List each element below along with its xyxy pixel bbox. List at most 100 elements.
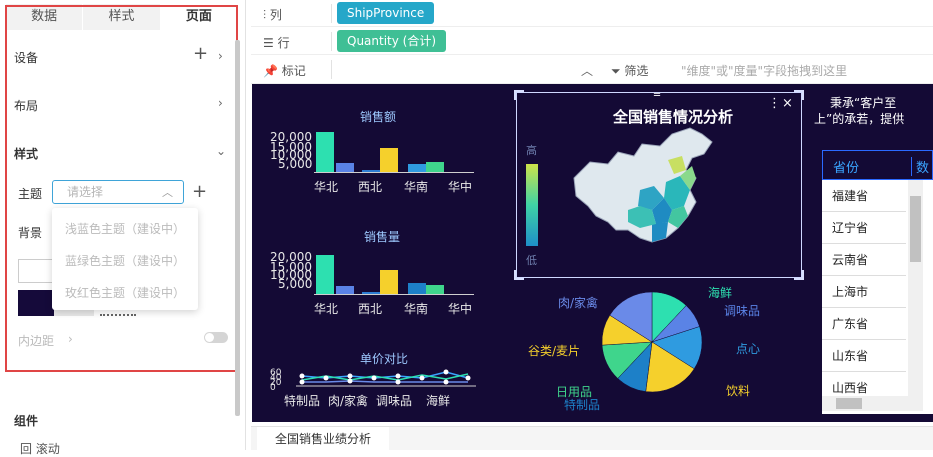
background-label: 背景 [18,226,43,240]
pie-label: 日用品 [556,385,593,399]
add-theme-icon[interactable]: + [192,183,207,201]
rows-label: ☰ 行 [263,36,290,50]
padding-toggle[interactable] [204,332,228,343]
main-area: ⫶ 列 ShipProvince ☰ 行 Quantity (合计) 📌 标记 … [251,0,933,451]
theme-option[interactable]: 浅蓝色主题（建设中） [52,216,198,248]
padding-expand-icon[interactable]: › [68,332,73,346]
chart-bar[interactable] [316,132,334,172]
style-label: 样式 [14,147,39,161]
device-expand-icon[interactable]: › [218,49,223,63]
dashboard-canvas[interactable]: 销售额 20,000 15,000 10,000 5,000 华北 西北 华南 … [252,84,933,422]
chart-bar[interactable] [408,164,426,172]
x-axis [314,172,474,173]
theme-option[interactable]: 蓝绿色主题（建设中） [52,248,198,280]
table-vertical-scrollbar[interactable] [908,180,923,396]
layout-label: 布局 [14,99,39,113]
add-device-icon[interactable]: + [193,45,208,63]
pin-icon: 📌 [263,64,282,78]
resize-handle[interactable] [514,270,524,280]
y-tick: 0 [270,383,276,393]
divider [331,32,332,51]
tab-style[interactable]: 样式 [83,4,161,30]
chart-bar[interactable] [336,286,354,294]
x-tick: 华北 [314,302,339,316]
table-horizontal-scrollbar[interactable] [822,396,923,411]
resize-handle[interactable] [794,90,804,100]
resize-handle[interactable] [514,90,524,100]
slogan-line1: 秉承“客户至 [830,96,897,110]
page-tab[interactable]: 全国销售业绩分析 [257,427,389,451]
pie-label: 海鲜 [708,286,733,300]
x-tick: 调味品 [376,394,413,408]
chart-bar[interactable] [316,255,334,294]
panel-scrollbar[interactable] [235,40,240,416]
chart-bar[interactable] [362,292,380,294]
layout-expand-icon[interactable]: › [218,96,223,110]
header-province[interactable]: 省份 [833,157,859,176]
table-row[interactable]: 山东省 [822,340,906,372]
x-tick: 肉/家禽 [328,394,369,408]
marks-label: 📌 标记 [263,64,306,78]
border-style-preview[interactable] [100,314,136,317]
pie-label: 肉/家禽 [558,296,599,310]
tab-data[interactable]: 数据 [6,4,84,30]
pie-label: 谷类/麦片 [528,344,581,358]
table-row[interactable]: 福建省 [822,180,906,212]
data-point [443,379,449,385]
chevron-up-icon[interactable]: ︿ [581,62,593,79]
more-icon[interactable]: ⋮ [768,96,781,111]
drag-handle-icon[interactable]: ═ [654,90,660,101]
theme-select[interactable]: 请选择 ︿ [52,180,184,204]
data-point [299,379,305,385]
table-row[interactable]: 云南省 [822,244,906,276]
map-legend-gradient[interactable] [526,164,538,246]
columns-icon: ⫶ [263,8,270,22]
background-swatch-dark[interactable] [18,290,54,316]
rows-shelf: ☰ 行 Quantity (合计) [251,28,933,55]
chart-bar[interactable] [426,285,444,294]
dashboard-title: 全国销售情况分析 [613,108,734,126]
marks-shelf: 📌 标记 ︿ ⏷ 筛选 "维度"或"度量"字段拖拽到这里 [251,56,933,84]
resize-handle[interactable] [794,270,804,280]
settings-panel: 数据 样式 页面 设备 + › 布局 › 样式 ⌄ 主题 请选择 ︿ + 背景 … [0,0,246,456]
scroll-thumb[interactable] [910,196,921,262]
chart-bar[interactable] [380,270,398,294]
chart-bar[interactable] [426,162,444,172]
x-tick: 西北 [358,180,383,194]
table-row[interactable]: 广东省 [822,308,906,340]
background-swatch-white[interactable] [18,259,54,283]
scroll-thumb[interactable] [836,398,862,409]
chart-bar[interactable] [336,163,354,172]
chart-bar[interactable] [408,283,426,294]
data-point [347,378,353,384]
y-tick: 5,000 [278,277,313,291]
close-icon[interactable]: × [782,96,793,111]
chart-bar[interactable] [362,170,380,172]
data-point [395,379,401,385]
x-tick: 特制品 [284,394,321,408]
data-point [347,373,353,379]
header-quantity[interactable]: 数 [911,157,929,176]
series-line [302,380,468,383]
chart-bar[interactable] [380,148,398,172]
rows-field-pill[interactable]: Quantity (合计) [337,30,447,52]
divider [331,60,332,79]
china-map[interactable] [568,126,718,248]
columns-field-pill[interactable]: ShipProvince [337,2,435,24]
table-row[interactable]: 辽宁省 [822,212,906,244]
y-tick: 5,000 [278,157,313,171]
data-point [465,375,471,381]
table-row[interactable]: 上海市 [822,276,906,308]
theme-option[interactable]: 玫红色主题（建设中） [52,280,198,312]
chevron-up-icon: ︿ [162,186,173,199]
style-collapse-icon[interactable]: ⌄ [216,144,226,158]
map-region [652,222,668,242]
x-tick: 华北 [314,180,339,194]
component-item[interactable]: 回 滚动 [20,440,60,457]
x-tick: 华中 [448,180,473,194]
x-tick: 海鲜 [426,394,451,408]
category-pie[interactable] [596,286,708,398]
tab-page[interactable]: 页面 [160,4,238,30]
filter-button[interactable]: ⏷ 筛选 [611,62,648,79]
x-tick: 华中 [448,302,473,316]
